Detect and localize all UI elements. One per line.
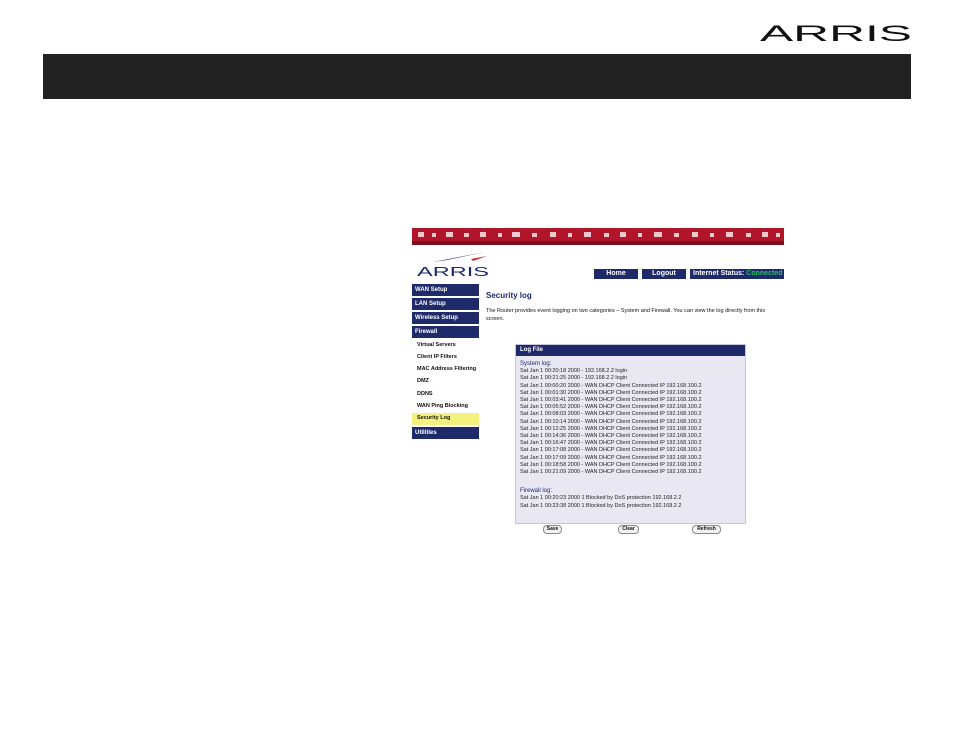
svg-text:ARRIS: ARRIS bbox=[417, 264, 490, 278]
log-entry: Sat Jan 1 00:23:38 2000 1 Blocked by DoS… bbox=[520, 502, 682, 509]
log-entry: Sat Jan 1 00:20:18 2000 - 192.168.2.2 lo… bbox=[520, 368, 628, 375]
firewall-log-label: Firewall log: bbox=[520, 488, 553, 495]
log-entry: Sat Jan 1 00:21:09 2000 - WAN DHCP Clien… bbox=[520, 469, 702, 476]
log-entry: Sat Jan 1 00:00:20 2000 - WAN DHCP Clien… bbox=[520, 382, 702, 389]
sidebar-item-ddns[interactable]: DDNS bbox=[412, 389, 479, 401]
svg-text:ARRIS: ARRIS bbox=[760, 21, 912, 44]
log-file-panel[interactable]: Log File System log: Sat Jan 1 00:20:18 … bbox=[515, 344, 746, 524]
clear-button[interactable]: Clear bbox=[618, 525, 639, 534]
sidebar-item-security-log[interactable]: Security Log bbox=[412, 412, 479, 425]
system-log-label: System log: bbox=[520, 361, 552, 367]
sidebar-item-firewall[interactable]: Firewall bbox=[412, 326, 479, 338]
log-entry: Sat Jan 1 00:01:30 2000 - WAN DHCP Clien… bbox=[520, 389, 702, 396]
router-screenshot: ARRIS Home Logout Internet Status: Conne… bbox=[412, 228, 784, 538]
log-entry: Sat Jan 1 00:05:52 2000 - WAN DHCP Clien… bbox=[520, 404, 702, 411]
sidebar-item-dmz[interactable]: DMZ bbox=[412, 376, 479, 388]
sidebar-item-wan-setup[interactable]: WAN Setup bbox=[412, 284, 479, 296]
log-entry: Sat Jan 1 00:17:08 2000 - WAN DHCP Clien… bbox=[520, 447, 702, 454]
log-entry: Sat Jan 1 00:16:47 2000 - WAN DHCP Clien… bbox=[520, 440, 702, 447]
page-description: The Router provides event logging on two… bbox=[486, 308, 766, 322]
log-entry: Sat Jan 1 00:21:25 2000 - 192.168.2.2 lo… bbox=[520, 375, 628, 382]
logout-button[interactable]: Logout bbox=[642, 269, 686, 279]
sidebar-item-wan-ping-blocking[interactable]: WAN Ping Blocking bbox=[412, 401, 479, 413]
sidebar-item-client-ip-filters[interactable]: Client IP Filters bbox=[412, 352, 479, 364]
log-entry: Sat Jan 1 00:12:25 2000 - WAN DHCP Clien… bbox=[520, 425, 702, 432]
arris-logo: ARRIS bbox=[417, 252, 490, 278]
internet-status: Internet Status: Connected bbox=[690, 269, 784, 279]
log-entry: Sat Jan 1 00:14:36 2000 - WAN DHCP Clien… bbox=[520, 433, 702, 440]
log-entry: Sat Jan 1 00:10:14 2000 - WAN DHCP Clien… bbox=[520, 418, 702, 425]
sidebar: WAN Setup LAN Setup Wireless Setup Firew… bbox=[412, 284, 479, 441]
sidebar-item-mac-address-filtering[interactable]: MAC Address Filtering bbox=[412, 364, 479, 376]
log-entry: Sat Jan 1 00:08:03 2000 - WAN DHCP Clien… bbox=[520, 411, 702, 418]
header-bar bbox=[43, 54, 911, 99]
internet-status-label: Internet Status: bbox=[693, 270, 745, 277]
log-entry: Sat Jan 1 00:20:23 2000 1 Blocked by DoS… bbox=[520, 495, 682, 502]
internet-status-value: Connected bbox=[746, 270, 783, 277]
sidebar-item-wireless-setup[interactable]: Wireless Setup bbox=[412, 312, 479, 324]
log-entry: Sat Jan 1 00:18:58 2000 - WAN DHCP Clien… bbox=[520, 461, 702, 468]
home-button[interactable]: Home bbox=[594, 269, 638, 279]
decorative-stripe bbox=[412, 228, 784, 245]
refresh-button[interactable]: Refresh bbox=[692, 525, 721, 534]
sidebar-item-lan-setup[interactable]: LAN Setup bbox=[412, 298, 479, 310]
arris-logo: ARRIS bbox=[760, 21, 912, 44]
sidebar-item-utilities[interactable]: Utilities bbox=[412, 426, 479, 439]
sidebar-item-virtual-servers[interactable]: Virtual Servers bbox=[412, 340, 479, 352]
save-button[interactable]: Save bbox=[543, 525, 562, 534]
log-entry: Sat Jan 1 00:03:41 2000 - WAN DHCP Clien… bbox=[520, 397, 702, 404]
log-entry: Sat Jan 1 00:17:09 2000 - WAN DHCP Clien… bbox=[520, 454, 702, 461]
page-title: Security log bbox=[486, 291, 532, 300]
log-file-header: Log File bbox=[516, 345, 745, 356]
